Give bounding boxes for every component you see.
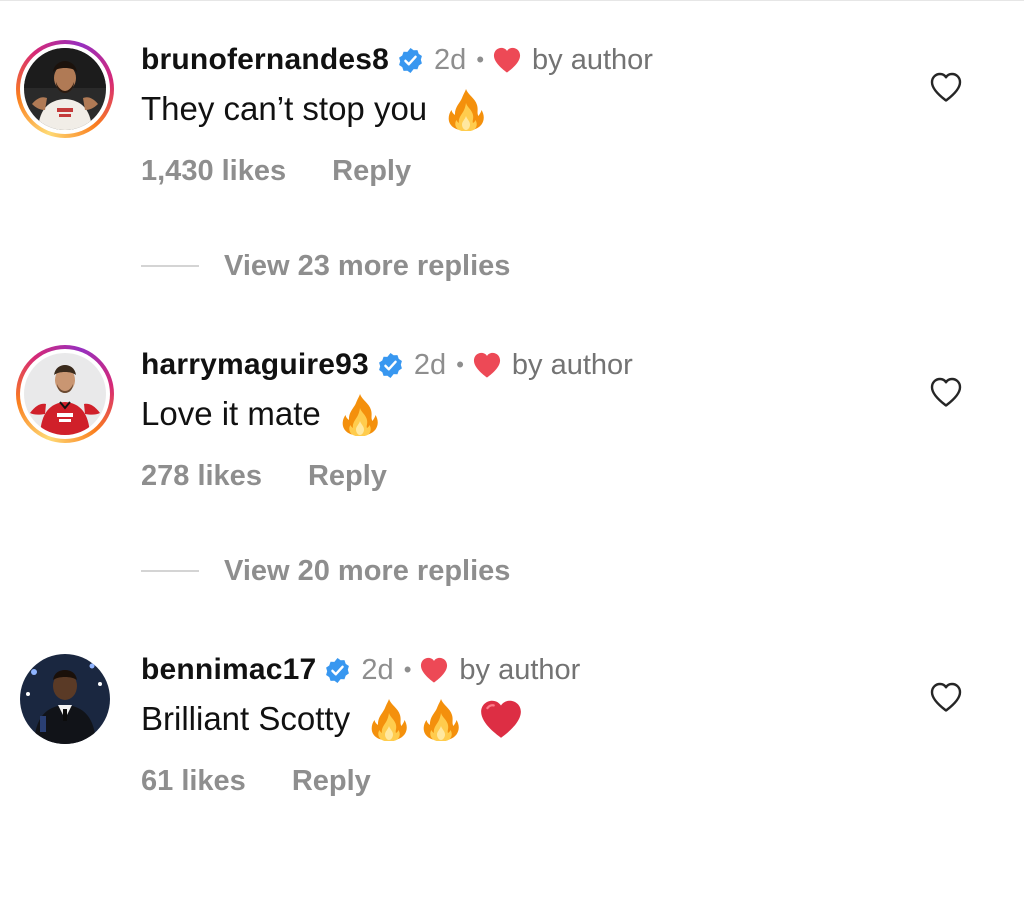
comment-header: harrymaguire93 2d • by author	[141, 345, 633, 385]
comment-actions: 1,430 likes Reply	[141, 149, 411, 193]
avatar[interactable]	[24, 48, 106, 130]
liked-by-author-label: by author	[511, 348, 633, 381]
fire-emoji-icon	[339, 392, 381, 436]
comment-body: They can’t stop you	[141, 90, 428, 127]
fire-emoji-icon	[445, 87, 487, 131]
timestamp: 2d	[361, 653, 394, 686]
like-heart-icon[interactable]	[929, 71, 963, 103]
liked-by-author-label: by author	[459, 653, 581, 686]
liked-by-author-label: by author	[532, 43, 653, 76]
username[interactable]: harrymaguire93	[141, 348, 369, 382]
timestamp: 2d	[434, 43, 467, 76]
avatar-frame[interactable]	[16, 650, 114, 748]
comment-text: Love it mate	[141, 389, 381, 439]
verified-badge-icon	[377, 352, 404, 379]
like-heart-icon[interactable]	[929, 681, 963, 713]
fire-emoji-icon	[420, 697, 462, 741]
verified-badge-icon	[397, 47, 424, 74]
liked-by-author-heart-icon	[419, 656, 449, 684]
liked-by-author-heart-icon	[492, 46, 522, 74]
comment-header: bennimac17 2d • by author	[141, 650, 580, 690]
comment-item: harrymaguire93 2d • by author Love it ma…	[0, 345, 1024, 595]
timestamp: 2d	[413, 348, 447, 381]
liked-by-author-heart-icon	[472, 351, 502, 379]
avatar[interactable]	[24, 353, 106, 435]
verified-badge-icon	[324, 657, 351, 684]
reply-button[interactable]: Reply	[292, 765, 371, 798]
reply-button[interactable]: Reply	[308, 460, 387, 493]
fire-emoji-icon	[368, 697, 410, 741]
avatar[interactable]	[20, 654, 110, 744]
likes-count[interactable]: 278 likes	[141, 460, 262, 493]
comment-text: They can’t stop you	[141, 84, 487, 134]
username[interactable]: bennimac17	[141, 653, 316, 687]
separator-dot: •	[403, 657, 412, 682]
view-replies-label: View 20 more replies	[224, 554, 511, 587]
comment-actions: 278 likes Reply	[141, 454, 387, 498]
replies-divider-line	[141, 570, 199, 572]
story-ring[interactable]	[16, 345, 114, 443]
view-replies-label: View 23 more replies	[224, 249, 511, 282]
view-replies-button[interactable]: View 23 more replies	[141, 244, 510, 288]
top-divider	[0, 0, 1024, 1]
comment-body: Love it mate	[141, 395, 321, 432]
comment-actions: 61 likes Reply	[141, 759, 371, 803]
like-heart-icon[interactable]	[929, 376, 963, 408]
red-heart-emoji-icon	[478, 697, 524, 741]
separator-dot: •	[476, 47, 485, 72]
comment-text: Brilliant Scotty	[141, 694, 524, 744]
likes-count[interactable]: 1,430 likes	[141, 155, 286, 188]
comment-body: Brilliant Scotty	[141, 700, 351, 737]
reply-button[interactable]: Reply	[332, 155, 411, 188]
comment-item: brunofernandes8 2d • by author They can’…	[0, 40, 1024, 290]
comment-header: brunofernandes8 2d • by author	[141, 40, 653, 80]
username[interactable]: brunofernandes8	[141, 43, 389, 77]
replies-divider-line	[141, 265, 199, 267]
likes-count[interactable]: 61 likes	[141, 765, 246, 798]
story-ring[interactable]	[16, 40, 114, 138]
separator-dot: •	[456, 352, 464, 377]
view-replies-button[interactable]: View 20 more replies	[141, 549, 510, 593]
